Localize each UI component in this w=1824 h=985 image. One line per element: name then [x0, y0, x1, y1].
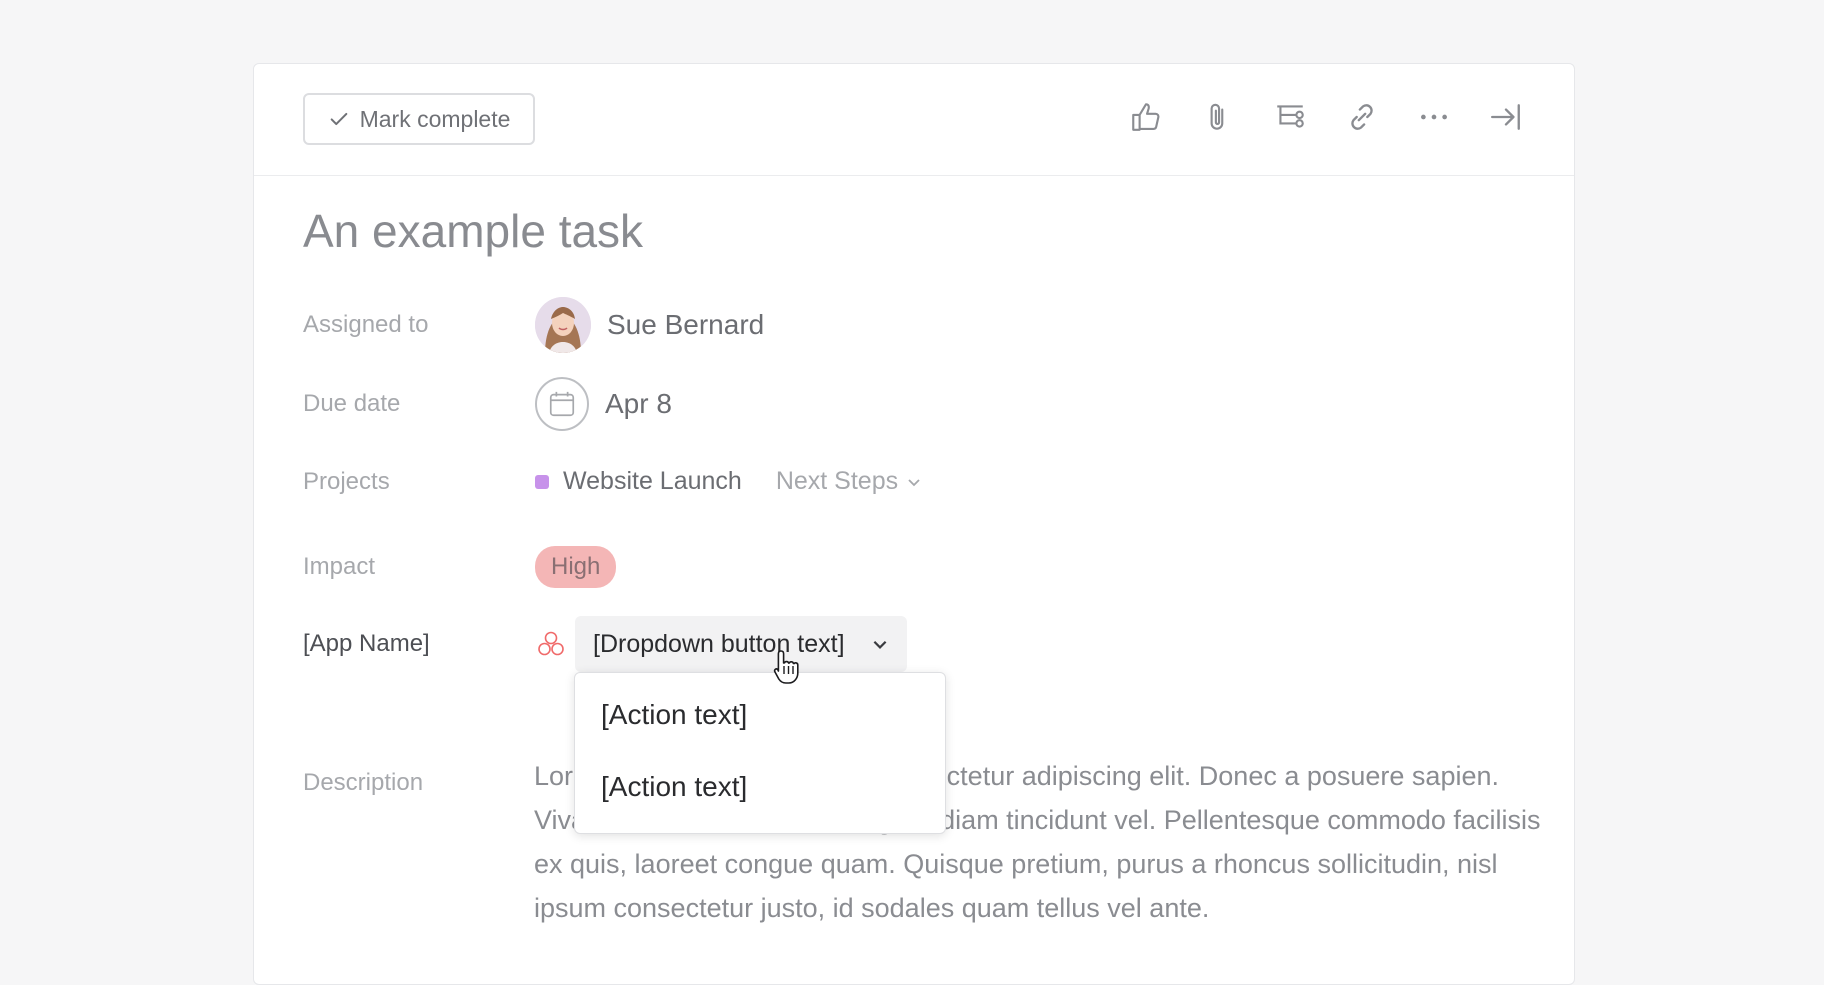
menu-item-action[interactable]: [Action text] [601, 771, 747, 803]
chevron-down-icon [873, 640, 886, 649]
app-row: [App Name] [Dropdown button text] [303, 616, 907, 672]
due-date-value[interactable]: Apr 8 [605, 388, 672, 420]
section-name: Next Steps [775, 467, 899, 495]
due-date-row: Due date Apr 8 [303, 377, 672, 431]
assignee-row: Assigned to Sue Bernard [303, 297, 764, 353]
link-icon[interactable] [1344, 99, 1380, 135]
calendar-icon[interactable] [535, 377, 589, 431]
subtask-icon[interactable] [1272, 99, 1308, 135]
task-title[interactable]: An example task [303, 204, 643, 258]
project-color-dot [535, 474, 549, 489]
avatar[interactable] [535, 297, 591, 353]
description-label: Description [303, 769, 424, 796]
impact-label: Impact [303, 553, 376, 580]
mark-complete-label: Mark complete [359, 105, 511, 132]
app-logo-icon [538, 631, 564, 656]
close-panel-icon[interactable] [1488, 99, 1524, 135]
project-name[interactable]: Website Launch [563, 467, 742, 496]
impact-badge[interactable]: High [535, 546, 617, 588]
attachment-icon[interactable] [1200, 99, 1236, 135]
like-icon[interactable] [1128, 99, 1164, 135]
description-row: Description [303, 769, 535, 797]
section-dropdown[interactable]: Next Steps [776, 467, 922, 496]
chevron-down-icon [908, 478, 920, 486]
app-dropdown-button[interactable]: [Dropdown button text] [575, 616, 907, 672]
hand-cursor-icon [773, 650, 799, 684]
task-toolbar: Mark complete [254, 64, 1574, 176]
due-date-label: Due date [303, 390, 401, 417]
assignee-name[interactable]: Sue Bernard [607, 309, 764, 341]
impact-row: Impact High [303, 546, 617, 588]
dropdown-menu: [Action text] [Action text] [574, 672, 946, 834]
dropdown-button-text: [Dropdown button text] [593, 629, 845, 658]
more-icon[interactable] [1416, 99, 1452, 135]
app-name-label: [App Name] [303, 630, 430, 657]
mark-complete-button[interactable]: Mark complete [303, 93, 535, 145]
task-detail-panel: Mark complete An example task Assigned t… [253, 63, 1575, 985]
check-icon [330, 112, 347, 126]
projects-label: Projects [303, 467, 390, 495]
menu-item-action[interactable]: [Action text] [601, 699, 747, 731]
assigned-label: Assigned to [303, 311, 429, 338]
projects-row: Projects Website Launch Next Steps [303, 467, 922, 496]
